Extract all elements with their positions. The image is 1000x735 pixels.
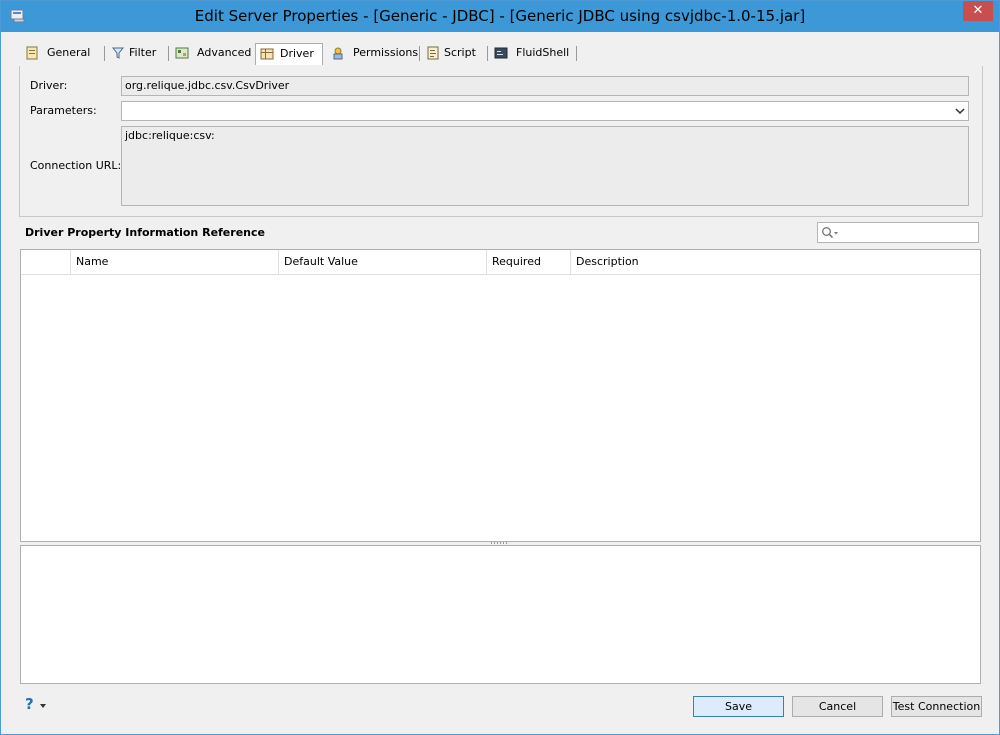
tab-driver[interactable]: Driver [255,43,323,65]
search-input[interactable] [817,222,979,243]
tab-label: Script [444,46,476,59]
tab-label: Permissions [353,46,419,59]
dialog-window: Edit Server Properties - [Generic - JDBC… [0,0,1000,735]
driver-form: Driver: org.relique.jdbc.csv.CsvDriver P… [19,66,983,217]
chevron-down-icon [40,704,46,708]
url-label: Connection URL: [30,159,122,172]
column-header-name[interactable]: Name [70,250,278,274]
tab-filter[interactable]: Filter [107,43,167,64]
permissions-icon [333,47,343,60]
table-header: Name Default Value Required Description [21,250,980,275]
driver-icon [260,48,274,60]
tab-divider [168,46,169,61]
test-connection-button[interactable]: Test Connection [891,696,982,717]
parameters-select[interactable] [121,101,969,121]
cancel-button[interactable]: Cancel [792,696,883,717]
column-header-blank[interactable] [21,250,70,274]
property-description-pane[interactable] [20,545,981,684]
column-header-default-value[interactable]: Default Value [278,250,486,274]
column-header-required[interactable]: Required [486,250,570,274]
tab-label: Advanced [197,46,252,59]
close-button[interactable]: ✕ [963,1,993,21]
window-title: Edit Server Properties - [Generic - JDBC… [194,7,806,25]
filter-icon [111,47,125,59]
tab-divider [419,46,420,61]
tab-script[interactable]: Script [422,43,486,64]
tab-label: Driver [280,47,314,60]
parameters-label: Parameters: [30,104,97,117]
tab-divider [576,46,577,61]
chevron-down-icon[interactable] [955,106,965,116]
tab-divider [487,46,488,61]
tab-fluidshell[interactable]: FluidShell [490,43,574,64]
column-header-description[interactable]: Description [570,250,980,274]
tab-label: Filter [129,46,157,59]
reference-title: Driver Property Information Reference [25,226,265,239]
help-icon: ? [25,695,34,713]
help-menu[interactable]: ? [23,695,55,714]
connection-url-field[interactable]: jdbc:relique:csv: [121,126,969,206]
tab-divider [104,46,105,61]
tab-advanced[interactable]: Advanced [171,43,253,64]
driver-field[interactable]: org.relique.jdbc.csv.CsvDriver [121,76,969,96]
dialog-content: General Filter Advanced Driver Permissio… [9,32,991,727]
driver-label: Driver: [30,79,68,92]
tab-label: FluidShell [516,46,570,59]
property-table[interactable]: Name Default Value Required Description [20,249,981,542]
advanced-icon [175,47,189,59]
save-button[interactable]: Save [693,696,784,717]
properties-icon [26,46,38,60]
tab-label: General [47,46,91,59]
shell-icon [494,47,508,59]
tab-general[interactable]: General [21,43,101,64]
title-bar[interactable]: Edit Server Properties - [Generic - JDBC… [1,1,999,32]
tab-permissions[interactable]: Permissions [327,43,419,64]
search-icon[interactable] [821,226,839,240]
script-icon [427,46,439,60]
